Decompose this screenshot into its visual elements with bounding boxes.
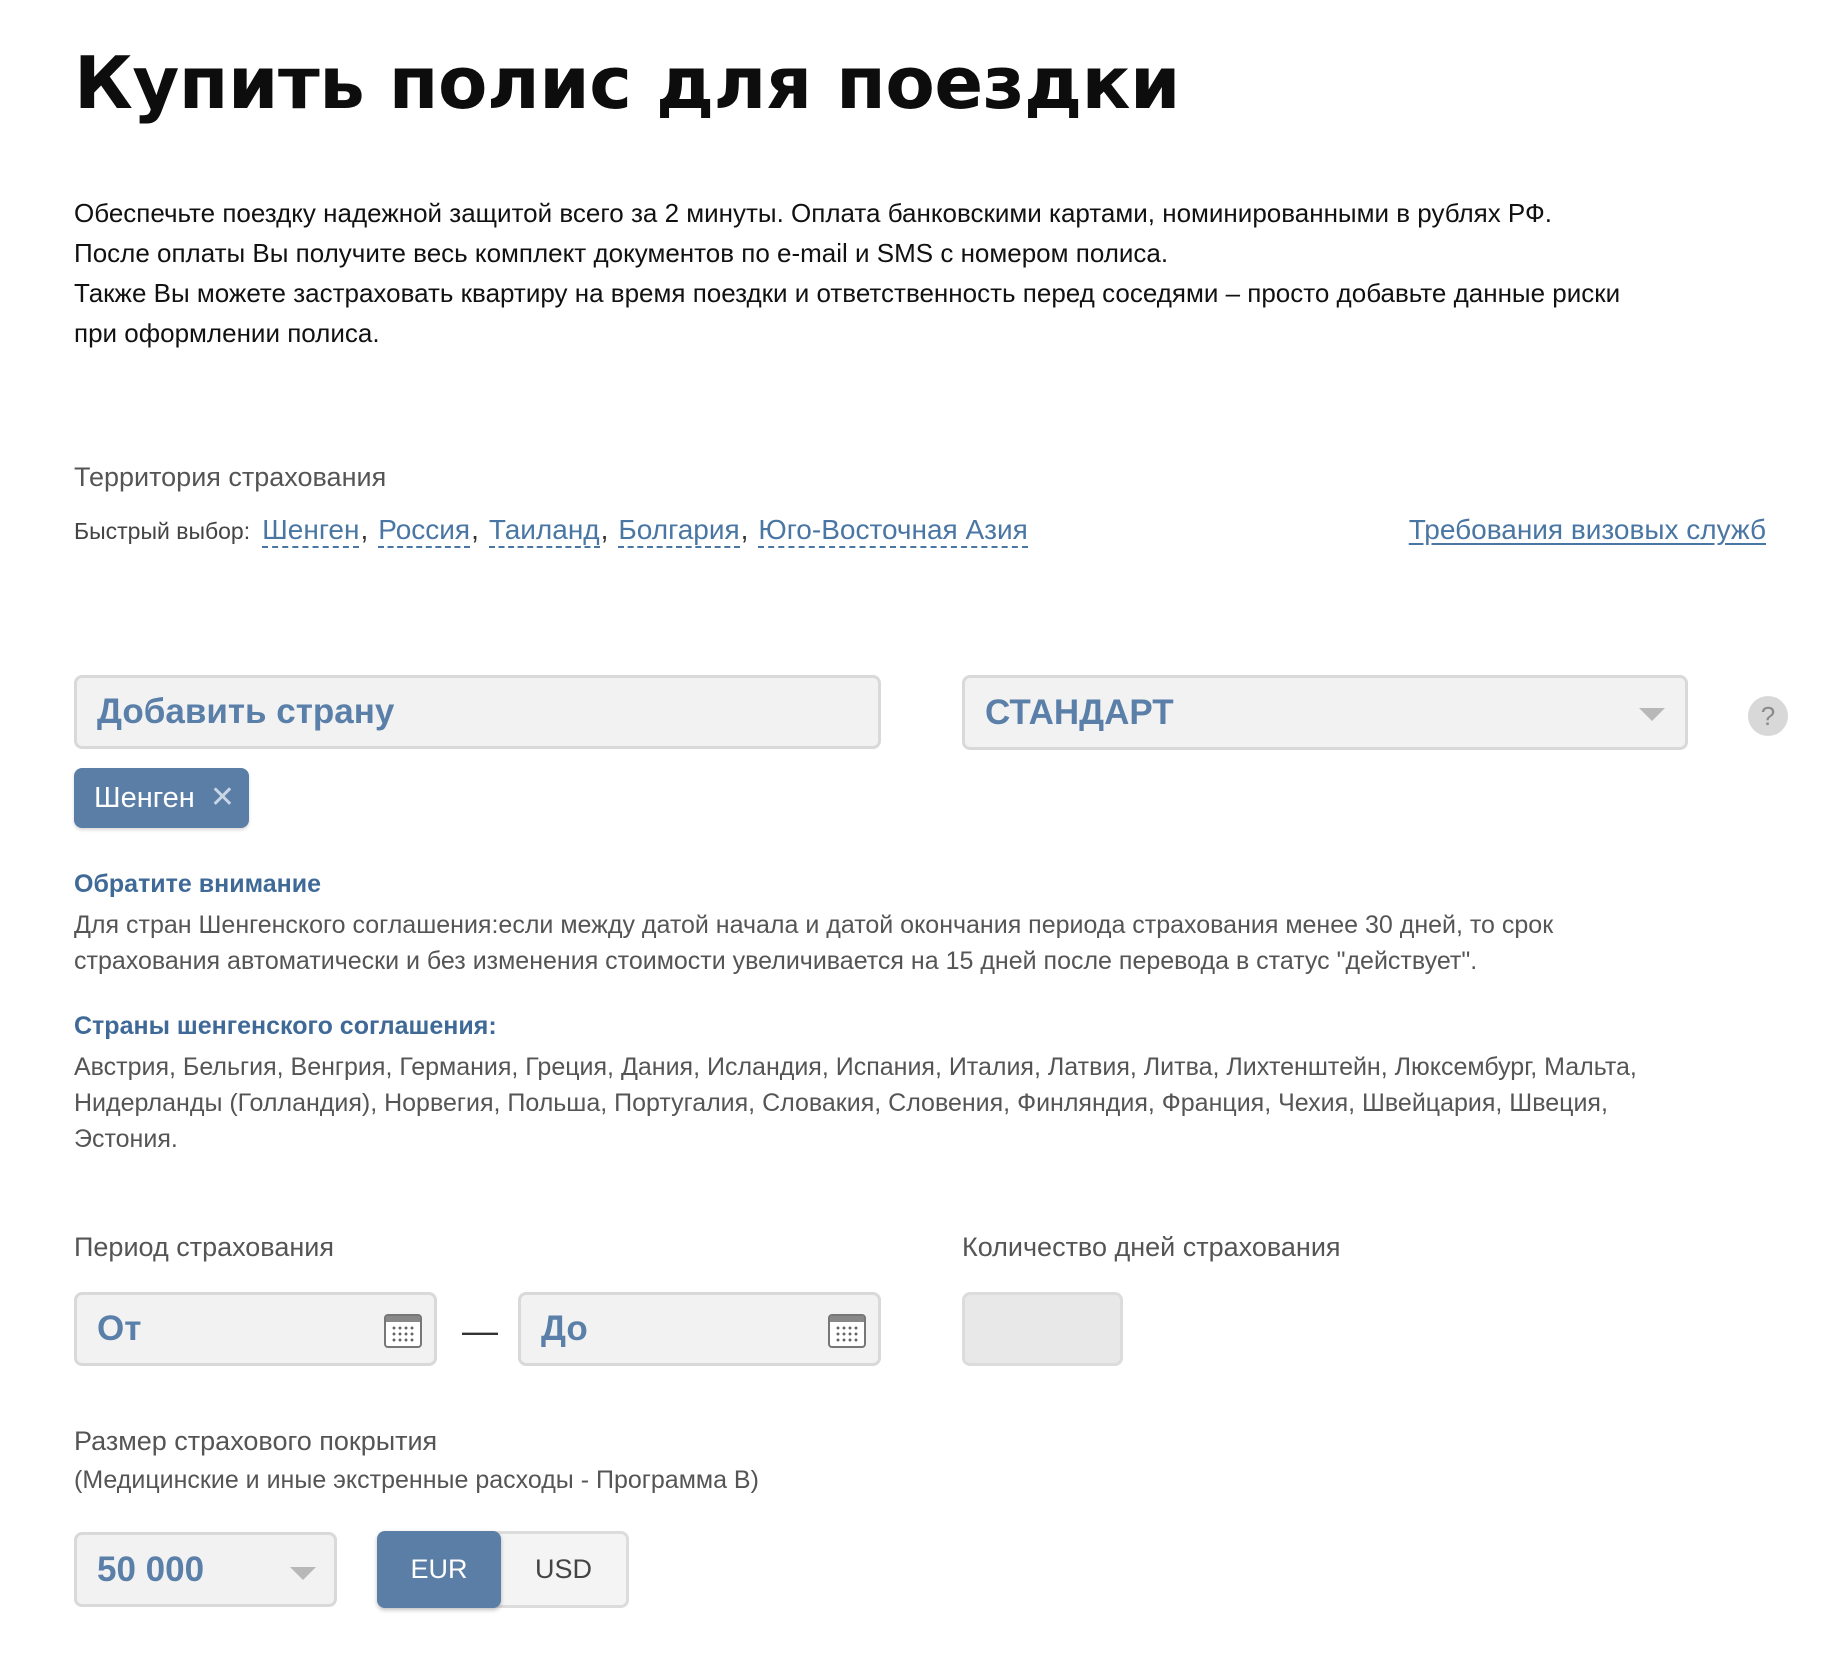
currency-toggle: EUR USD: [377, 1531, 629, 1608]
selected-country-label: Шенген: [94, 781, 195, 814]
currency-eur-button[interactable]: EUR: [377, 1531, 501, 1608]
intro-line: После оплаты Вы получите весь комплект д…: [74, 238, 1169, 268]
countries-line: Эстония.: [74, 1125, 178, 1153]
days-count-label: Количество дней страхования: [962, 1232, 1341, 1262]
close-icon[interactable]: ✕: [210, 780, 235, 815]
date-from-placeholder: От: [97, 1309, 142, 1348]
quick-choice: Быстрый выбор: Шенген, Россия, Таиланд, …: [74, 514, 1028, 548]
schengen-countries-title: Страны шенгенского соглашения:: [74, 1012, 497, 1040]
calendar-icon[interactable]: [384, 1314, 422, 1348]
currency-usd-button[interactable]: USD: [501, 1534, 626, 1605]
visa-requirements-link[interactable]: Требования визовых служб: [1409, 514, 1766, 546]
notice-line: страхования автоматически и без изменени…: [74, 947, 1478, 975]
separator: ,: [740, 514, 749, 545]
intro-text: Обеспечьте поездку надежной защитой всег…: [74, 193, 1794, 353]
intro-line: Также Вы можете застраховать квартиру на…: [74, 278, 1621, 308]
notice-title: Обратите внимание: [74, 870, 322, 898]
countries-line: Австрия, Бельгия, Венгрия, Германия, Гре…: [74, 1053, 1637, 1081]
date-to-placeholder: До: [541, 1309, 588, 1348]
quick-choice-label: Быстрый выбор:: [74, 518, 251, 544]
countries-line: Нидерланды (Голландия), Норвегия, Польша…: [74, 1089, 1608, 1117]
quick-option-russia[interactable]: Россия: [378, 514, 471, 548]
chevron-down-icon: [290, 1567, 316, 1580]
chevron-down-icon: [1639, 708, 1665, 721]
plan-select-value: СТАНДАРТ: [985, 692, 1174, 732]
quick-option-schengen[interactable]: Шенген: [262, 514, 360, 548]
date-from-input[interactable]: От: [74, 1292, 437, 1366]
plan-select[interactable]: СТАНДАРТ: [962, 675, 1688, 750]
page-title: Купить полис для поездки: [74, 41, 1180, 125]
add-country-input[interactable]: Добавить страну: [74, 675, 881, 749]
intro-line: при оформлении полиса.: [74, 318, 380, 348]
help-icon[interactable]: ?: [1748, 696, 1788, 736]
selected-country-tag: Шенген ✕: [74, 768, 249, 828]
quick-option-thailand[interactable]: Таиланд: [488, 514, 600, 548]
quick-option-southeast-asia[interactable]: Юго-Восточная Азия: [758, 514, 1028, 548]
separator: ,: [600, 514, 609, 545]
intro-line: Обеспечьте поездку надежной защитой всег…: [74, 198, 1552, 228]
notice-line: Для стран Шенгенского соглашения:если ме…: [74, 911, 1554, 939]
coverage-sublabel: (Медицинские и иные экстренные расходы -…: [74, 1466, 759, 1494]
days-count-field: [962, 1292, 1123, 1366]
separator: ,: [360, 514, 369, 545]
coverage-label: Размер страхового покрытия: [74, 1426, 438, 1456]
territory-label: Территория страхования: [74, 462, 387, 492]
date-to-input[interactable]: До: [518, 1292, 881, 1366]
coverage-amount-select[interactable]: 50 000: [74, 1532, 337, 1607]
notice-text: Для стран Шенгенского соглашения:если ме…: [74, 907, 1774, 979]
add-country-placeholder: Добавить страну: [97, 692, 395, 731]
quick-option-bulgaria[interactable]: Болгария: [618, 514, 740, 548]
schengen-countries-list: Австрия, Бельгия, Венгрия, Германия, Гре…: [74, 1049, 1774, 1157]
separator: ,: [471, 514, 479, 545]
coverage-amount-value: 50 000: [97, 1549, 205, 1589]
calendar-icon[interactable]: [828, 1314, 866, 1348]
period-label: Период страхования: [74, 1232, 334, 1262]
date-range-dash: —: [462, 1310, 498, 1351]
